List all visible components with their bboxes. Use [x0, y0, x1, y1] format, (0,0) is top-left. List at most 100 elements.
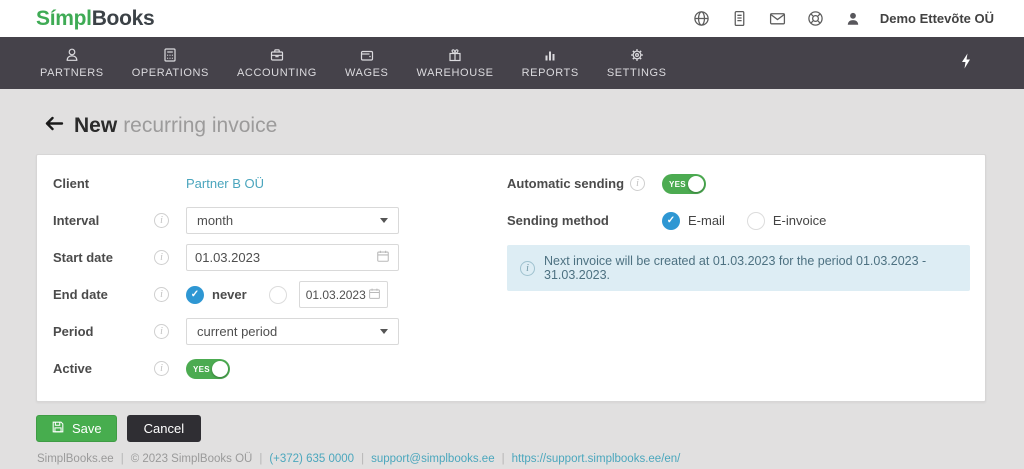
- info-icon[interactable]: i: [154, 361, 169, 376]
- logo-text-dark: Books: [91, 6, 155, 30]
- interval-select[interactable]: month: [186, 207, 399, 234]
- footer: SimplBooks.ee | © 2023 SimplBooks OÜ | (+372…: [37, 453, 1024, 465]
- save-icon: [51, 420, 72, 437]
- interval-label: Interval: [53, 213, 100, 228]
- nav-label: OPERATIONS: [131, 67, 209, 79]
- cancel-button[interactable]: Cancel: [126, 415, 202, 442]
- active-label: Active: [53, 361, 93, 376]
- globe-icon[interactable]: [693, 10, 710, 27]
- info-icon[interactable]: i: [630, 176, 645, 191]
- info-icon[interactable]: i: [154, 213, 169, 228]
- recurring-invoice-form: Client i Partner B OÜ Interval i month S…: [36, 154, 986, 402]
- footer-separator: |: [120, 453, 124, 465]
- start-date-row: Start date i 01.03.2023: [53, 239, 507, 276]
- toggle-on-label: YES: [669, 179, 686, 189]
- account-name[interactable]: Demo Ettevõte OÜ: [880, 11, 994, 26]
- period-select[interactable]: current period: [186, 318, 399, 345]
- sending-method-label: Sending method: [507, 213, 609, 228]
- notice-text: Next invoice will be created at 01.03.20…: [544, 254, 927, 282]
- nav-item-wages[interactable]: WAGES: [331, 37, 403, 89]
- save-button[interactable]: Save: [36, 415, 117, 442]
- calendar-icon: [368, 287, 381, 303]
- sending-method-einvoice-radio[interactable]: [746, 211, 765, 230]
- lightning-icon: [960, 53, 972, 74]
- footer-site[interactable]: SimplBooks.ee: [37, 453, 114, 465]
- nav-label: PARTNERS: [40, 67, 104, 79]
- sending-method-email-label[interactable]: E-mail: [688, 213, 725, 228]
- envelope-icon[interactable]: [769, 10, 786, 27]
- client-link[interactable]: Partner B OÜ: [186, 176, 264, 191]
- end-date-label: End date: [53, 287, 108, 302]
- back-arrow-icon: [44, 115, 64, 137]
- end-date-row: End date i ✓ never 01.03.2023: [53, 276, 507, 313]
- cancel-button-label: Cancel: [143, 421, 185, 436]
- page-title-rest: recurring invoice: [123, 114, 278, 137]
- chevron-down-icon: [380, 329, 388, 334]
- info-icon[interactable]: i: [154, 287, 169, 302]
- user-icon[interactable]: [845, 10, 862, 27]
- sending-method-email-radio[interactable]: ✓: [662, 211, 680, 230]
- partners-icon: [64, 47, 80, 67]
- end-date-value: 01.03.2023: [305, 287, 366, 302]
- quick-actions-button[interactable]: [960, 37, 972, 89]
- info-icon[interactable]: i: [154, 324, 169, 339]
- nav-item-accounting[interactable]: ACCOUNTING: [223, 37, 331, 89]
- period-value: current period: [197, 324, 278, 339]
- footer-phone-link[interactable]: (+372) 635 0000: [269, 453, 354, 465]
- page-title-row: New recurring invoice: [44, 112, 1024, 140]
- accounting-icon: [269, 47, 285, 67]
- simplbooks-logo[interactable]: SímplBooks: [36, 6, 155, 31]
- operations-icon: [162, 47, 178, 67]
- end-date-never-label[interactable]: never: [212, 287, 247, 302]
- automatic-sending-toggle[interactable]: YES: [662, 173, 706, 194]
- period-row: Period i current period: [53, 313, 507, 350]
- end-date-date-radio[interactable]: [268, 285, 287, 304]
- end-date-input[interactable]: 01.03.2023: [298, 281, 388, 308]
- toggle-knob: [688, 175, 704, 192]
- reports-icon: [542, 47, 558, 67]
- footer-support-url-link[interactable]: https://support.simplbooks.ee/en/: [512, 453, 681, 465]
- toggle-knob: [212, 360, 228, 377]
- nav-item-operations[interactable]: OPERATIONS: [118, 37, 223, 89]
- sending-method-einvoice-label[interactable]: E-invoice: [773, 213, 826, 228]
- warehouse-icon: [447, 47, 463, 67]
- back-button[interactable]: [44, 115, 64, 137]
- start-date-value: 01.03.2023: [195, 250, 261, 265]
- active-row: Active i YES: [53, 350, 507, 387]
- automatic-sending-label: Automatic sending: [507, 176, 625, 191]
- footer-copyright: © 2023 SimplBooks OÜ: [130, 453, 253, 465]
- nav-label: WAREHOUSE: [416, 67, 494, 79]
- page-title-bold: New: [74, 114, 118, 137]
- toggle-on-label: YES: [193, 364, 210, 374]
- active-toggle[interactable]: YES: [186, 358, 230, 379]
- automatic-sending-row: Automatic sending i YES: [507, 165, 970, 202]
- nav-item-reports[interactable]: REPORTS: [508, 37, 593, 89]
- topbar-right: Demo Ettevõte OÜ: [672, 10, 994, 27]
- info-icon[interactable]: i: [154, 250, 169, 265]
- document-icon[interactable]: [731, 10, 748, 27]
- footer-separator: |: [361, 453, 365, 465]
- nav-item-warehouse[interactable]: WAREHOUSE: [403, 37, 508, 89]
- period-label: Period: [53, 324, 94, 339]
- wages-icon: [359, 47, 375, 67]
- end-date-never-radio[interactable]: ✓: [186, 285, 204, 304]
- footer-email-link[interactable]: support@simplbooks.ee: [371, 453, 495, 465]
- start-date-input[interactable]: 01.03.2023: [186, 244, 399, 271]
- save-button-label: Save: [72, 421, 102, 436]
- next-invoice-notice: i Next invoice will be created at 01.03.…: [507, 245, 970, 291]
- nav-item-partners[interactable]: PARTNERS: [26, 37, 118, 89]
- nav-label: REPORTS: [521, 67, 579, 79]
- nav-item-settings[interactable]: SETTINGS: [593, 37, 681, 89]
- form-column-right: Automatic sending i YES Sending method i…: [507, 165, 985, 387]
- nav-label: ACCOUNTING: [237, 67, 317, 79]
- interval-row: Interval i month: [53, 202, 507, 239]
- page-title: New recurring invoice: [74, 114, 277, 138]
- logo-text-green: Símpl: [36, 6, 92, 30]
- support-icon[interactable]: [807, 10, 824, 27]
- nav-label: WAGES: [344, 67, 389, 79]
- nav-label: SETTINGS: [606, 67, 667, 79]
- info-icon: i: [520, 260, 535, 276]
- action-buttons: Save Cancel: [36, 415, 1024, 442]
- footer-separator: |: [259, 453, 263, 465]
- calendar-icon: [376, 249, 390, 266]
